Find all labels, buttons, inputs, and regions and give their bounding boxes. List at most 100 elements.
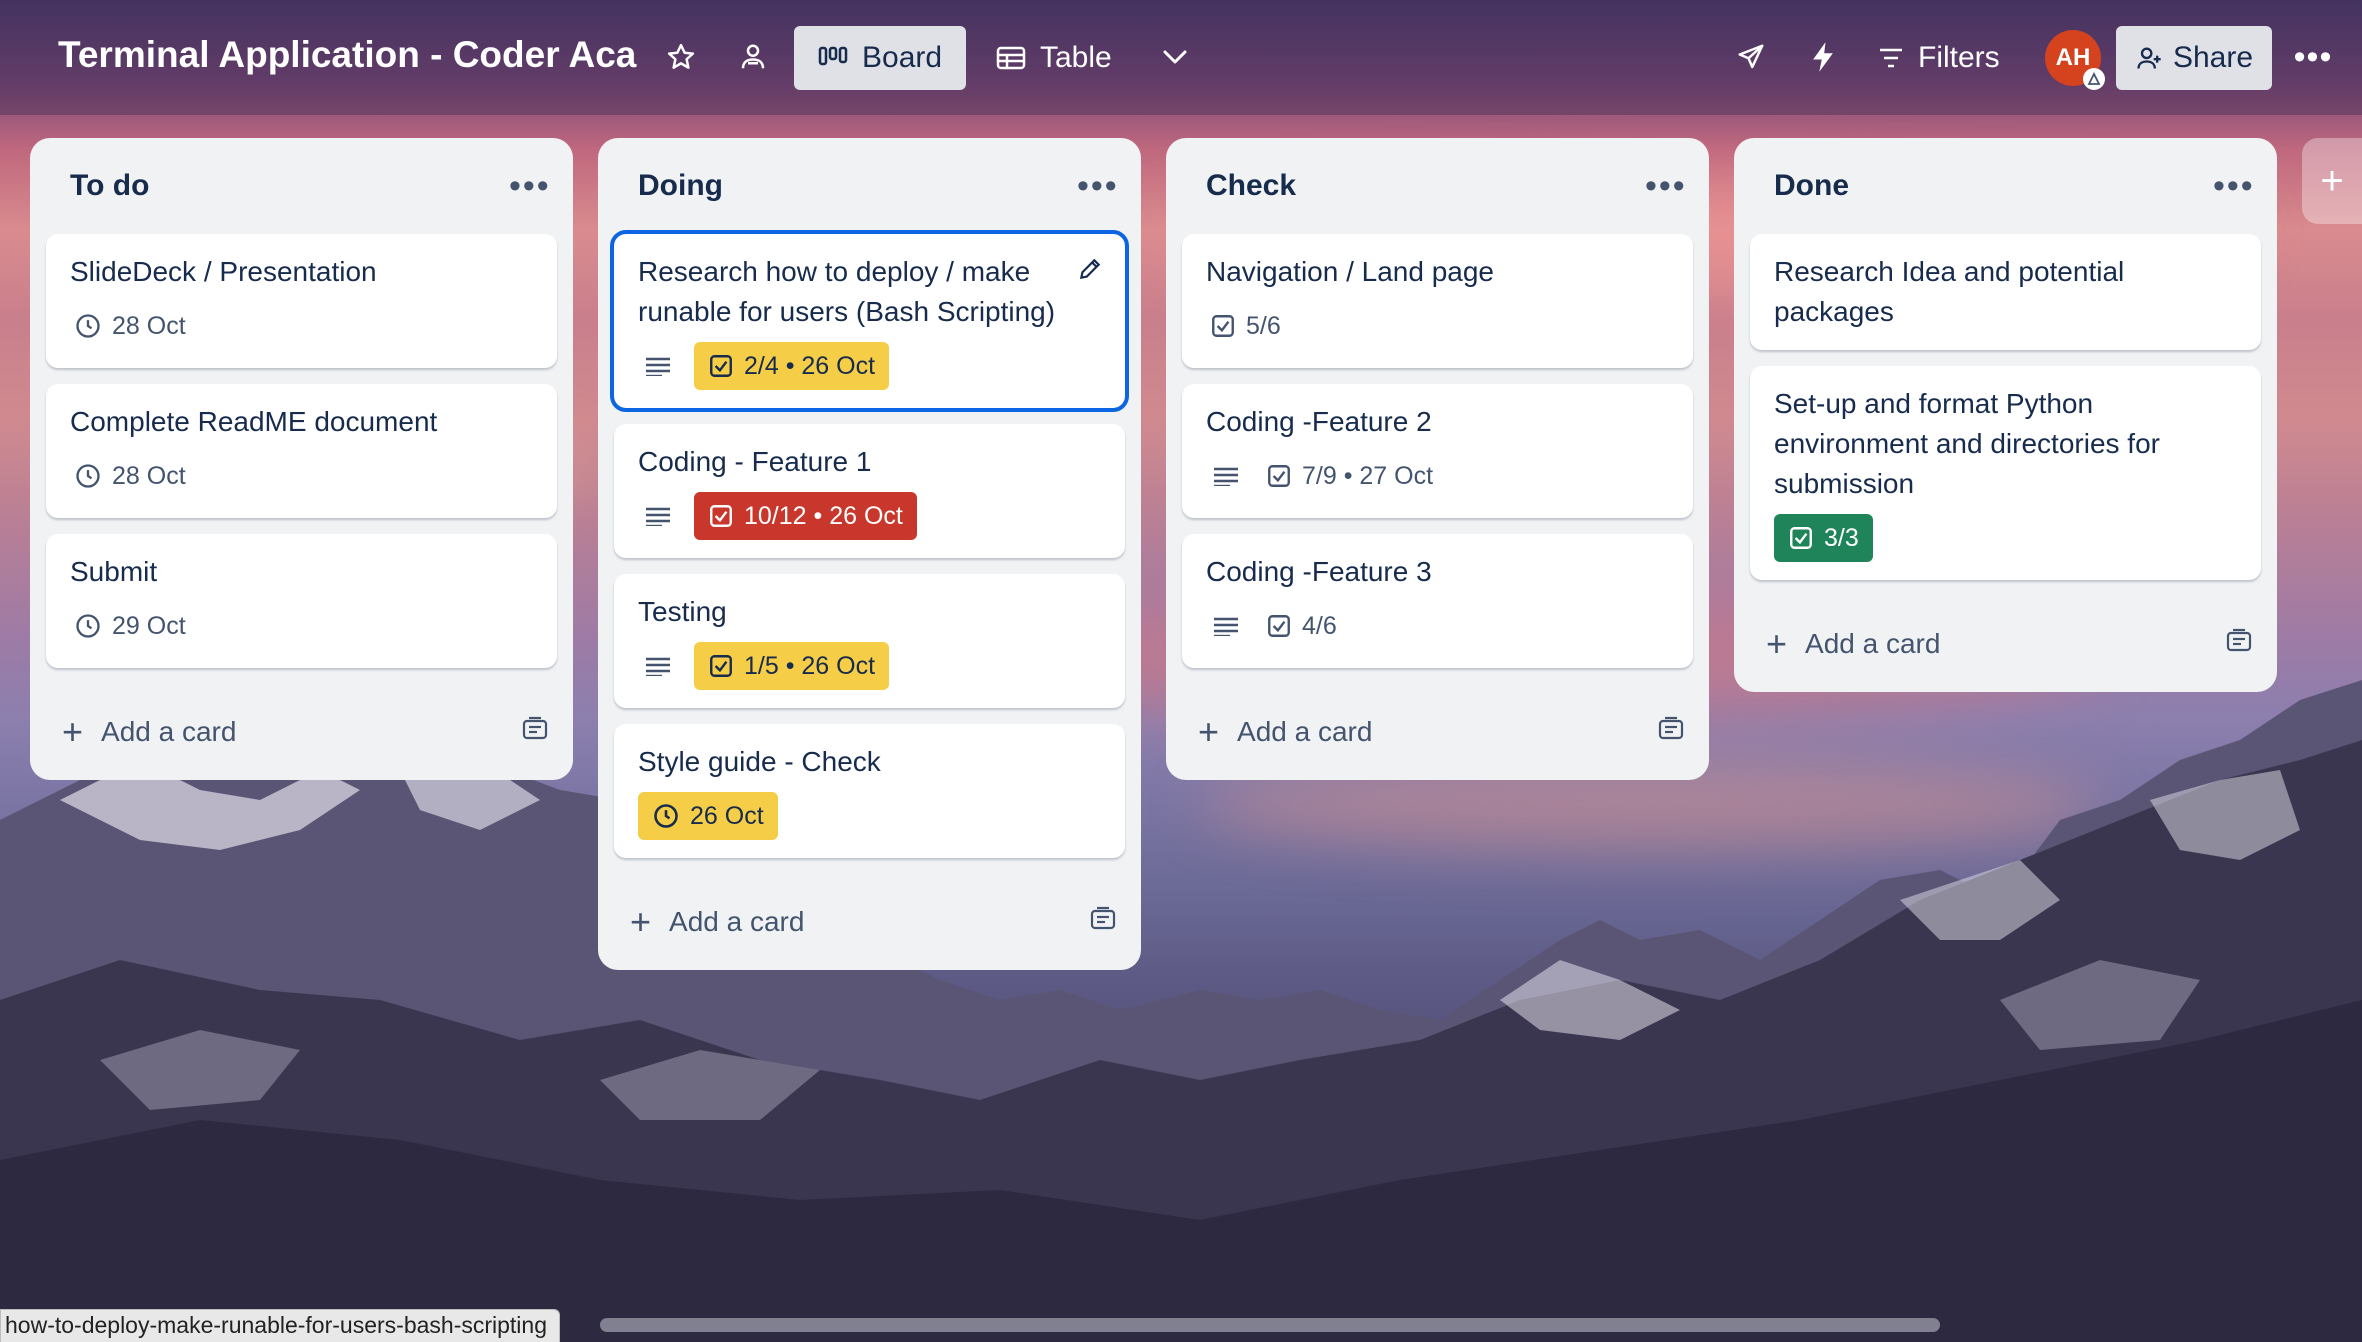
filter-icon bbox=[1880, 48, 1902, 68]
description-icon bbox=[638, 642, 678, 690]
workspace-visibility-icon[interactable] bbox=[730, 34, 776, 80]
power-ups-icon[interactable] bbox=[1728, 34, 1774, 80]
automation-icon[interactable] bbox=[1800, 34, 1846, 80]
card[interactable]: Research Idea and potential packages bbox=[1750, 234, 2261, 350]
due-date-badge: 26 Oct bbox=[638, 792, 778, 840]
list-header: Done ••• bbox=[1734, 138, 2277, 234]
card-title: Coding -Feature 2 bbox=[1206, 406, 1432, 437]
description-icon bbox=[1206, 452, 1246, 500]
add-card-button[interactable]: + Add a card bbox=[630, 901, 804, 943]
share-button[interactable]: Share bbox=[2116, 26, 2272, 90]
plus-icon: + bbox=[1198, 711, 1220, 752]
due-date-badge: 28 Oct bbox=[70, 452, 190, 500]
list-title[interactable]: Doing bbox=[638, 169, 723, 203]
list-header: Doing ••• bbox=[598, 138, 1141, 234]
board-header: Terminal Application - Coder Aca Board T… bbox=[0, 0, 2362, 115]
card-title: Research Idea and potential packages bbox=[1774, 256, 2125, 327]
description-icon bbox=[638, 492, 678, 540]
checklist-badge: 3/3 bbox=[1774, 514, 1873, 562]
admin-badge-icon bbox=[2083, 68, 2105, 90]
create-from-template-icon[interactable] bbox=[2225, 628, 2253, 661]
list-doing: Doing ••• Research how to deploy / make … bbox=[598, 138, 1141, 970]
chevron-down-icon[interactable] bbox=[1152, 34, 1198, 80]
list-menu-icon[interactable]: ••• bbox=[1645, 169, 1685, 203]
card-title: Testing bbox=[638, 596, 727, 627]
list-header: To do ••• bbox=[30, 138, 573, 234]
list-menu-icon[interactable]: ••• bbox=[509, 169, 549, 203]
clock-icon bbox=[76, 614, 100, 638]
card-title: Style guide - Check bbox=[638, 746, 881, 777]
clock-icon bbox=[76, 314, 100, 338]
clock-icon bbox=[76, 464, 100, 488]
card[interactable]: Submit 29 Oct bbox=[46, 534, 557, 668]
star-icon[interactable] bbox=[658, 34, 704, 80]
card-title: Set-up and format Python environment and… bbox=[1774, 388, 2160, 499]
list-check: Check ••• Navigation / Land page 5/6 Cod… bbox=[1166, 138, 1709, 780]
checklist-badge: 10/12 • 26 Oct bbox=[694, 492, 917, 540]
card-title: Coding - Feature 1 bbox=[638, 446, 872, 477]
card[interactable]: Testing 1/5 • 26 Oct bbox=[614, 574, 1125, 708]
create-from-template-icon[interactable] bbox=[1089, 906, 1117, 939]
list-header: Check ••• bbox=[1166, 138, 1709, 234]
checkbox-icon bbox=[1268, 465, 1290, 487]
plus-icon: + bbox=[2320, 158, 2344, 203]
due-date-badge: 28 Oct bbox=[70, 302, 190, 350]
checkbox-icon bbox=[1212, 315, 1234, 337]
checkbox-icon bbox=[1268, 615, 1290, 637]
card[interactable]: Coding -Feature 2 7/9 • 27 Oct bbox=[1182, 384, 1693, 518]
create-from-template-icon[interactable] bbox=[1657, 716, 1685, 749]
due-date-badge: 29 Oct bbox=[70, 602, 190, 650]
description-icon bbox=[1206, 602, 1246, 650]
checklist-badge: 5/6 bbox=[1206, 302, 1285, 350]
card[interactable]: Navigation / Land page 5/6 bbox=[1182, 234, 1693, 368]
card-title: Submit bbox=[70, 556, 158, 587]
card[interactable]: Coding -Feature 3 4/6 bbox=[1182, 534, 1693, 668]
list-title[interactable]: Check bbox=[1206, 169, 1296, 203]
more-options-icon[interactable]: ••• bbox=[2290, 34, 2336, 80]
avatar-initials: AH bbox=[2055, 44, 2091, 71]
create-from-template-icon[interactable] bbox=[521, 716, 549, 749]
plus-icon: + bbox=[630, 901, 652, 942]
list-to-do: To do ••• SlideDeck / Presentation 28 Oc… bbox=[30, 138, 573, 780]
table-view-button[interactable]: Table bbox=[972, 26, 1136, 90]
list-title[interactable]: To do bbox=[70, 169, 149, 203]
card[interactable]: Complete ReadME document 28 Oct bbox=[46, 384, 557, 518]
add-list-button[interactable]: + bbox=[2302, 138, 2362, 224]
horizontal-scrollbar[interactable] bbox=[600, 1318, 1940, 1332]
checkbox-icon bbox=[1790, 527, 1812, 549]
add-card-button[interactable]: + Add a card bbox=[1766, 623, 1940, 665]
card[interactable]: Research how to deploy / make runable fo… bbox=[610, 230, 1129, 412]
avatar[interactable]: AH bbox=[2045, 30, 2105, 90]
plus-icon: + bbox=[1766, 623, 1788, 664]
checklist-badge: 4/6 bbox=[1262, 602, 1341, 650]
checkbox-icon bbox=[710, 655, 732, 677]
card[interactable]: Set-up and format Python environment and… bbox=[1750, 366, 2261, 580]
card-title: Research how to deploy / make runable fo… bbox=[638, 256, 1056, 327]
board-title[interactable]: Terminal Application - Coder Aca bbox=[58, 34, 636, 76]
list-title[interactable]: Done bbox=[1774, 169, 1849, 203]
card[interactable]: Coding - Feature 1 10/12 • 26 Oct bbox=[614, 424, 1125, 558]
filters-button[interactable]: Filters bbox=[1862, 26, 2016, 90]
card-title: Complete ReadME document bbox=[70, 406, 438, 437]
list-done: Done ••• Research Idea and potential pac… bbox=[1734, 138, 2277, 692]
filters-label: Filters bbox=[1918, 41, 2000, 74]
card-title: Coding -Feature 3 bbox=[1206, 556, 1432, 587]
clock-icon bbox=[654, 804, 678, 828]
status-bar-url: how-to-deploy-make-runable-for-users-bas… bbox=[0, 1309, 560, 1342]
card[interactable]: SlideDeck / Presentation 28 Oct bbox=[46, 234, 557, 368]
checkbox-icon bbox=[710, 355, 732, 377]
checklist-badge: 2/4 • 26 Oct bbox=[694, 342, 890, 390]
add-card-button[interactable]: + Add a card bbox=[62, 711, 236, 753]
board-view-label: Board bbox=[862, 41, 943, 74]
list-menu-icon[interactable]: ••• bbox=[2213, 169, 2253, 203]
card-title: SlideDeck / Presentation bbox=[70, 256, 377, 287]
board-icon bbox=[818, 46, 848, 66]
card[interactable]: Style guide - Check 26 Oct bbox=[614, 724, 1125, 858]
pencil-icon[interactable] bbox=[1077, 256, 1103, 287]
add-card-button[interactable]: + Add a card bbox=[1198, 711, 1372, 753]
board-view-button[interactable]: Board bbox=[794, 26, 967, 90]
description-icon bbox=[638, 342, 678, 390]
list-menu-icon[interactable]: ••• bbox=[1077, 169, 1117, 203]
plus-icon: + bbox=[62, 711, 84, 752]
checklist-badge: 1/5 • 26 Oct bbox=[694, 642, 890, 690]
